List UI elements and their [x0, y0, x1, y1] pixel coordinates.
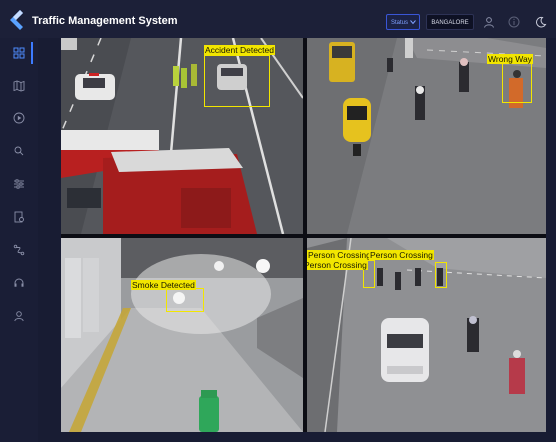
- play-icon: [13, 112, 25, 124]
- sidebar-item-reports[interactable]: [10, 208, 28, 226]
- dashboard-icon: [13, 47, 25, 59]
- detection-label: Smoke Detected: [131, 280, 196, 290]
- camera-feed-wrong-way[interactable]: Wrong Way: [307, 38, 546, 234]
- top-bar: Traffic Management System Status BANGALO…: [0, 0, 556, 38]
- detection-label: Person Crossing: [307, 260, 368, 270]
- sidebar-item-playback[interactable]: [10, 109, 28, 127]
- chevron-down-icon: [410, 20, 416, 25]
- detection-label: Accident Detected: [204, 45, 275, 55]
- camera-feed-person-crossing[interactable]: Person Crossing Person Crossing Person C…: [307, 238, 546, 432]
- detection-box: [204, 55, 270, 107]
- search-icon: [14, 146, 24, 156]
- detection-label: Wrong Way: [487, 54, 533, 64]
- sidebar-item-search[interactable]: [10, 142, 28, 160]
- detection-label: Person Crossing: [307, 250, 372, 260]
- sidebar-item-map[interactable]: [10, 77, 28, 95]
- camera-grid: Accident Detected Wrong Way Smoke Detect…: [61, 38, 546, 432]
- report-icon: [14, 211, 24, 223]
- sidebar-item-dashboard[interactable]: [10, 44, 28, 62]
- app-title: Traffic Management System: [32, 15, 178, 27]
- detection-label: Person Crossing: [369, 250, 434, 260]
- sidebar: [0, 38, 38, 442]
- detection-box: [166, 288, 204, 312]
- sidebar-item-support[interactable]: [10, 274, 28, 292]
- status-dropdown-value: Status: [391, 20, 409, 26]
- camera-feed-accident[interactable]: Accident Detected: [61, 38, 303, 234]
- user-icon[interactable]: [483, 16, 495, 28]
- sidebar-item-settings[interactable]: [10, 175, 28, 193]
- sidebar-active-indicator: [31, 42, 33, 64]
- smoke-scene-image: [61, 238, 303, 432]
- info-icon[interactable]: [508, 16, 520, 28]
- app-logo-icon: [10, 10, 23, 30]
- profile-icon: [14, 311, 24, 322]
- theme-toggle-icon[interactable]: [535, 16, 547, 28]
- route-icon: [13, 244, 25, 256]
- sidebar-item-routes[interactable]: [10, 241, 28, 259]
- status-dropdown[interactable]: Status: [386, 14, 420, 30]
- detection-box: [435, 262, 447, 288]
- city-selector-button[interactable]: BANGALORE: [426, 14, 474, 30]
- sidebar-item-profile[interactable]: [10, 307, 28, 325]
- settings-sliders-icon: [14, 179, 24, 189]
- map-icon: [13, 80, 25, 92]
- headset-icon: [14, 278, 24, 287]
- detection-box: [502, 61, 532, 103]
- camera-feed-smoke[interactable]: Smoke Detected: [61, 238, 303, 432]
